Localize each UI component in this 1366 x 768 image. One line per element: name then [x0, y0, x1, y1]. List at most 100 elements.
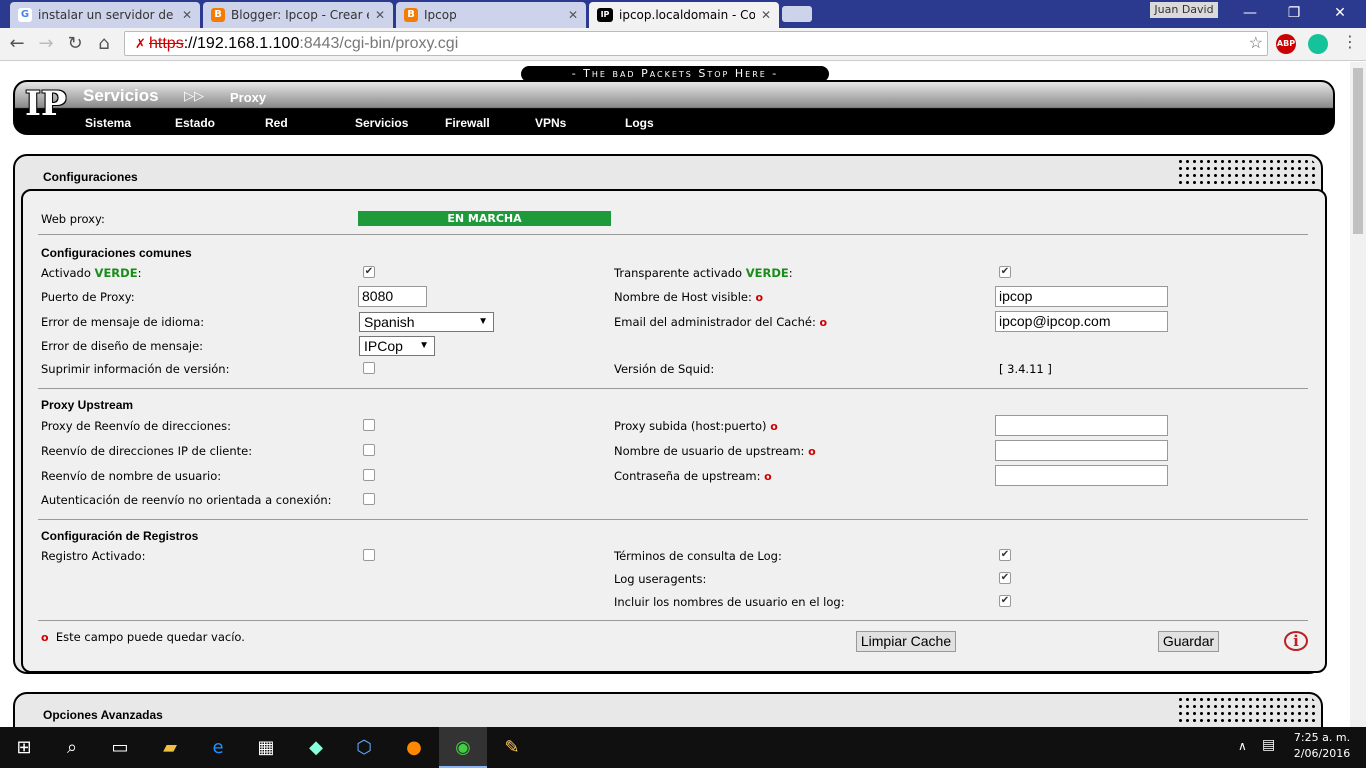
- lang-select[interactable]: Spanish ▼: [359, 312, 494, 332]
- port-input[interactable]: 8080: [358, 286, 427, 307]
- windows-taskbar: ⊞ ⌕ ▭ ▰ e ▦ ◆ ⬡ ● ◉ ✎ ∧ ▤ 7:25 a. m. 2/06…: [0, 727, 1366, 768]
- username-fwd-label: Reenvío de nombre de usuario:: [41, 469, 222, 483]
- scrollbar-thumb[interactable]: [1353, 68, 1363, 234]
- new-tab-button[interactable]: [782, 6, 812, 22]
- advanced-title: Opciones Avanzadas: [43, 708, 163, 722]
- forward-checkbox[interactable]: [363, 419, 375, 431]
- breadcrumb-arrow-icon: ▷▷: [184, 89, 204, 104]
- design-label: Error de diseño de mensaje:: [41, 339, 204, 353]
- divider: [38, 234, 1308, 235]
- close-tab-icon[interactable]: ✕: [568, 8, 578, 22]
- menu-sistema[interactable]: Sistema: [85, 116, 131, 130]
- log-ua-label: Log useragents:: [614, 572, 707, 586]
- browser-tab-4[interactable]: IP ipcop.localdomain - Confi ✕: [589, 2, 779, 28]
- address-bar[interactable]: ✗ https://192.168.1.100:8443/cgi-bin/pro…: [124, 31, 1268, 56]
- upstream-user-label: Nombre de usuario de upstream: o: [614, 444, 816, 458]
- section-common-title: Configuraciones comunes: [41, 246, 192, 260]
- advanced-panel: Opciones Avanzadas: [13, 692, 1323, 727]
- client-ip-checkbox[interactable]: [363, 444, 375, 456]
- optional-marker-icon: o: [764, 470, 772, 483]
- web-proxy-label: Web proxy:: [41, 212, 105, 226]
- web-page: - The bad Packets Stop Here - IP Servici…: [0, 62, 1350, 727]
- file-explorer-icon[interactable]: ▰: [146, 727, 194, 768]
- home-icon[interactable]: ⌂: [92, 33, 116, 55]
- log-ua-checkbox[interactable]: ✔: [999, 572, 1011, 584]
- ipcop-logo: IP: [25, 84, 67, 124]
- tab-title: instalar un servidor de co: [38, 8, 176, 22]
- green-word: VERDE: [94, 266, 138, 280]
- admin-email-input[interactable]: ipcop@ipcop.com: [995, 311, 1168, 332]
- page-scrollbar[interactable]: [1350, 62, 1366, 727]
- blogger-icon: B: [211, 8, 225, 22]
- menu-icon[interactable]: ⋮: [1340, 32, 1360, 54]
- upstream-pass-input[interactable]: [995, 465, 1168, 486]
- clear-cache-button[interactable]: Limpiar Cache: [856, 631, 956, 652]
- reload-icon[interactable]: ↻: [63, 33, 87, 55]
- save-button[interactable]: Guardar: [1158, 631, 1219, 652]
- menu-firewall[interactable]: Firewall: [445, 116, 490, 130]
- admin-email-label: Email del administrador del Caché: o: [614, 315, 827, 329]
- close-tab-icon[interactable]: ✕: [761, 8, 771, 22]
- maximize-icon[interactable]: ❐: [1274, 4, 1314, 22]
- clock[interactable]: 7:25 a. m. 2/06/2016: [1290, 730, 1354, 762]
- back-icon[interactable]: ←: [5, 33, 29, 55]
- bookmark-star-icon[interactable]: ☆: [1249, 32, 1263, 55]
- panel-dots-decoration: [1177, 158, 1317, 188]
- firefox-icon[interactable]: ●: [390, 727, 438, 768]
- close-window-icon[interactable]: ✕: [1320, 4, 1360, 22]
- transparent-checkbox[interactable]: ✔: [999, 266, 1011, 278]
- lang-label: Error de mensaje de idioma:: [41, 315, 205, 329]
- menu-estado[interactable]: Estado: [175, 116, 215, 130]
- app-icon[interactable]: ◆: [292, 727, 340, 768]
- upstream-host-input[interactable]: [995, 415, 1168, 436]
- username-fwd-checkbox[interactable]: [363, 469, 375, 481]
- upstream-host-label: Proxy subida (host:puerto) o: [614, 419, 778, 433]
- notifications-icon[interactable]: ▤: [1262, 737, 1275, 753]
- close-tab-icon[interactable]: ✕: [375, 8, 385, 22]
- task-view-icon[interactable]: ▭: [96, 727, 144, 768]
- upstream-user-input[interactable]: [995, 440, 1168, 461]
- store-icon[interactable]: ▦: [242, 727, 290, 768]
- url-host: ://192.168.1.100: [183, 35, 300, 52]
- suppress-checkbox[interactable]: [363, 362, 375, 374]
- browser-tab-3[interactable]: B Ipcop ✕: [396, 2, 586, 28]
- menu-red[interactable]: Red: [265, 116, 288, 130]
- search-icon[interactable]: ⌕: [48, 727, 96, 768]
- adblock-icon[interactable]: ABP: [1276, 34, 1296, 54]
- paint-icon[interactable]: ✎: [488, 727, 536, 768]
- clock-time: 7:25 a. m.: [1293, 731, 1351, 744]
- close-tab-icon[interactable]: ✕: [182, 8, 192, 22]
- hostname-input[interactable]: ipcop: [995, 286, 1168, 307]
- log-query-checkbox[interactable]: ✔: [999, 549, 1011, 561]
- edge-icon[interactable]: e: [194, 727, 242, 768]
- browser-tab-2[interactable]: B Blogger: Ipcop - Crear ent ✕: [203, 2, 393, 28]
- minimize-icon[interactable]: —: [1230, 4, 1270, 22]
- menu-vpns[interactable]: VPNs: [535, 116, 566, 130]
- auth-fwd-checkbox[interactable]: [363, 493, 375, 505]
- design-select[interactable]: IPCop ▼: [359, 336, 435, 356]
- optional-marker-icon: o: [819, 316, 828, 329]
- menu-logs[interactable]: Logs: [625, 116, 654, 130]
- log-enabled-checkbox[interactable]: [363, 549, 375, 561]
- divider: [38, 620, 1308, 621]
- windows-start-icon[interactable]: ⊞: [0, 727, 48, 768]
- enabled-checkbox[interactable]: ✔: [363, 266, 375, 278]
- forward-icon[interactable]: →: [34, 33, 58, 55]
- url-path: :8443/cgi-bin/proxy.cgi: [299, 35, 459, 52]
- chrome-icon[interactable]: ◉: [439, 727, 487, 768]
- profile-button[interactable]: Juan David: [1150, 2, 1218, 18]
- suppress-label: Suprimir información de versión:: [41, 362, 230, 376]
- section-log-title: Configuración de Registros: [41, 529, 199, 543]
- menu-servicios[interactable]: Servicios: [355, 116, 408, 130]
- info-icon[interactable]: i: [1284, 631, 1308, 651]
- optional-marker-icon: o: [41, 631, 49, 644]
- upstream-pass-label: Contraseña de upstream: o: [614, 469, 772, 483]
- extension-icon[interactable]: [1308, 34, 1328, 54]
- virtualbox-icon[interactable]: ⬡: [340, 727, 388, 768]
- upstream-host-text: Proxy subida (host:puerto): [614, 419, 767, 433]
- enabled-text: Activado: [41, 266, 91, 280]
- tray-chevron-icon[interactable]: ∧: [1238, 739, 1247, 753]
- panel-title: Configuraciones: [43, 170, 138, 184]
- log-users-checkbox[interactable]: ✔: [999, 595, 1011, 607]
- browser-tab-1[interactable]: G instalar un servidor de co ✕: [10, 2, 200, 28]
